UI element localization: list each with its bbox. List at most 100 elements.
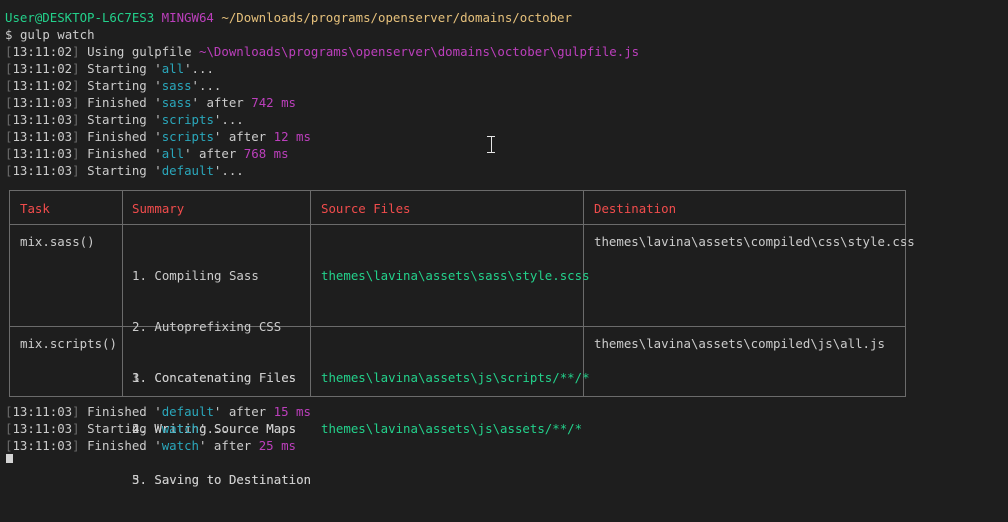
log-line: [13:11:03] Finished 'all' after 768 ms xyxy=(5,145,1001,162)
log-line: [13:11:03] Finished 'sass' after 742 ms xyxy=(5,94,1001,111)
log-bracket: ] xyxy=(72,78,80,93)
log-time: 13:11:02 xyxy=(12,44,73,59)
table-row-divider xyxy=(10,224,905,225)
log-line: [13:11:02] Using gulpfile ~\Downloads\pr… xyxy=(5,43,1001,60)
log-bracket xyxy=(80,163,87,178)
log-num: 768 ms xyxy=(243,146,289,161)
log-time: 13:11:03 xyxy=(12,438,73,453)
log-mid: ' after xyxy=(184,146,244,161)
prompt-env: MINGW64 xyxy=(161,10,214,25)
log-hl: all xyxy=(161,146,185,161)
log-line: [13:11:02] Starting 'sass'... xyxy=(5,77,1001,94)
log-mid: '... xyxy=(191,78,222,93)
source-path: themes\lavina\assets\js\scripts/**/* xyxy=(321,370,590,385)
log-line: [13:11:03] Starting 'default'... xyxy=(5,162,1001,179)
log-line: [13:11:03] Starting 'scripts'... xyxy=(5,111,1001,128)
table-cell-destination: themes\lavina\assets\compiled\js\all.js xyxy=(594,336,885,351)
log-bracket xyxy=(80,129,87,144)
log-num: 25 ms xyxy=(258,438,297,453)
log-num: 742 ms xyxy=(251,95,296,110)
log-pre: Starting ' xyxy=(87,61,162,76)
log-bracket: ] xyxy=(72,404,80,419)
summary-step: 1. Concatenating Files xyxy=(132,370,297,385)
table-cell-task: mix.sass() xyxy=(20,234,95,249)
log-hl: ~\Downloads\programs\openserver\domains\… xyxy=(199,44,640,59)
log-pre: Finished ' xyxy=(87,95,162,110)
log-pre: Starting ' xyxy=(87,163,162,178)
prompt-symbol: $ xyxy=(5,27,13,42)
command-text: gulp watch xyxy=(19,27,95,42)
log-line: [13:11:02] Starting 'all'... xyxy=(5,60,1001,77)
log-pre: Finished ' xyxy=(87,438,162,453)
table-cell-destination: themes\lavina\assets\compiled\css\style.… xyxy=(594,234,915,249)
log-line: [13:11:03] Finished 'scripts' after 12 m… xyxy=(5,128,1001,145)
log-time: 13:11:03 xyxy=(12,112,73,127)
log-bracket xyxy=(80,438,87,453)
log-time: 13:11:02 xyxy=(12,78,73,93)
log-mid: ' after xyxy=(213,129,274,144)
log-bracket: ] xyxy=(72,146,80,161)
log-hl: default xyxy=(161,163,214,178)
log-time: 13:11:03 xyxy=(12,404,73,419)
log-pre: Using gulpfile xyxy=(87,44,199,59)
log-hl: scripts xyxy=(161,112,214,127)
log-time: 13:11:02 xyxy=(12,61,73,76)
log-bracket: ] xyxy=(72,438,80,453)
log-mid: ' after xyxy=(213,404,274,419)
log-pre: Finished ' xyxy=(87,404,162,419)
summary-step: 1. Compiling Sass xyxy=(132,268,259,283)
log-time: 13:11:03 xyxy=(12,129,73,144)
log-bottom: [13:11:03] Finished 'default' after 15 m… xyxy=(5,403,1001,454)
log-bracket xyxy=(80,44,87,59)
terminal-output[interactable]: User@DESKTOP-L6C7ES3 MINGW64 ~/Downloads… xyxy=(5,9,1001,179)
ibeam-cursor-icon xyxy=(487,136,495,153)
block-cursor-icon xyxy=(6,454,13,463)
log-line: [13:11:03] Starting 'watch'... xyxy=(5,420,1001,437)
log-mid: '... xyxy=(199,421,229,436)
log-bracket xyxy=(80,404,87,419)
log-bracket: ] xyxy=(72,112,80,127)
table-cell-source: themes\lavina\assets\sass\style.scss xyxy=(321,233,590,318)
log-mid: '... xyxy=(213,112,244,127)
log-hl: watch xyxy=(161,421,200,436)
log-bracket xyxy=(80,146,87,161)
log-bracket: ] xyxy=(72,163,80,178)
log-top: [13:11:02] Using gulpfile ~\Downloads\pr… xyxy=(5,43,1001,179)
log-mid: '... xyxy=(213,163,244,178)
log-bracket: ] xyxy=(72,129,80,144)
log-hl: scripts xyxy=(161,129,214,144)
log-bracket xyxy=(80,61,87,76)
log-time: 13:11:03 xyxy=(12,146,73,161)
log-pre: Starting ' xyxy=(87,78,162,93)
table-header-source-files: Source Files xyxy=(321,201,411,216)
terminal-output-bottom[interactable]: [13:11:03] Finished 'default' after 15 m… xyxy=(5,403,1001,454)
log-hl: default xyxy=(161,404,214,419)
log-time: 13:11:03 xyxy=(12,421,73,436)
log-pre: Starting ' xyxy=(87,421,162,436)
prompt-user: User@DESKTOP-L6C7ES3 xyxy=(5,10,155,25)
log-mid: ' after xyxy=(191,95,252,110)
log-line: [13:11:03] Finished 'default' after 15 m… xyxy=(5,403,1001,420)
table-cell-task: mix.scripts() xyxy=(20,336,117,351)
log-bracket: ] xyxy=(72,95,80,110)
log-bracket: ] xyxy=(72,421,80,436)
log-bracket xyxy=(80,95,87,110)
command-line: $ gulp watch xyxy=(5,26,1001,43)
log-mid: ' after xyxy=(199,438,259,453)
prompt-path: ~/Downloads/programs/openserver/domains/… xyxy=(221,10,572,25)
log-bracket: ] xyxy=(72,44,80,59)
log-num: 15 ms xyxy=(273,404,311,419)
prompt-line: User@DESKTOP-L6C7ES3 MINGW64 ~/Downloads… xyxy=(5,9,1001,26)
log-bracket: ] xyxy=(72,61,80,76)
log-pre: Finished ' xyxy=(87,146,162,161)
log-bracket xyxy=(80,78,87,93)
log-hl: watch xyxy=(161,438,200,453)
log-pre: Starting ' xyxy=(87,112,162,127)
log-time: 13:11:03 xyxy=(12,163,73,178)
summary-step: 2. Autoprefixing CSS xyxy=(132,319,282,334)
task-table: Task Summary Source Files Destination mi… xyxy=(9,190,915,487)
log-time: 13:11:03 xyxy=(12,95,73,110)
log-hl: all xyxy=(161,61,185,76)
log-mid: '... xyxy=(184,61,214,76)
table-header-summary: Summary xyxy=(132,201,185,216)
